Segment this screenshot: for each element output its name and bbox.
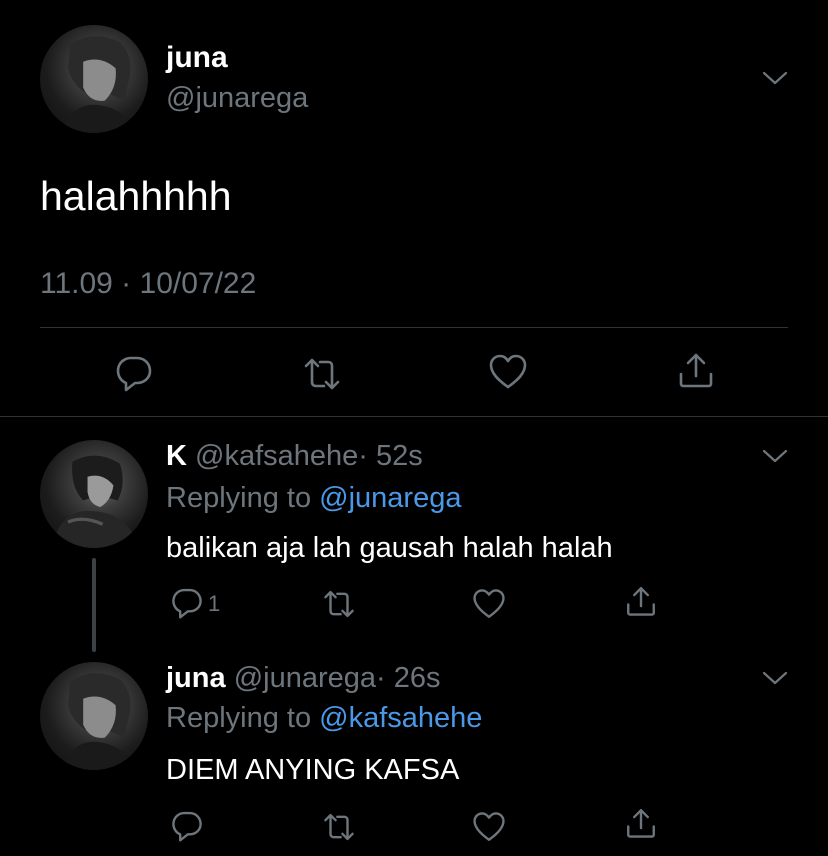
replying-to-mention[interactable]: @junarega [319, 482, 461, 514]
replying-to-label: Replying to [166, 702, 312, 734]
reply-count: 1 [208, 591, 221, 616]
retweet-icon[interactable] [302, 354, 342, 394]
reply-handle[interactable]: @junarega [234, 662, 376, 694]
replying-to-mention[interactable]: @kafsahehe [319, 702, 482, 734]
section-divider [0, 416, 828, 417]
reply-icon[interactable] [170, 808, 204, 842]
chevron-down-icon[interactable] [762, 670, 788, 686]
reply-text: balikan aja lah gausah halah halah [166, 532, 613, 564]
reply-avatar[interactable] [40, 440, 148, 548]
heart-icon[interactable] [472, 587, 506, 621]
main-tweet-divider [40, 327, 788, 328]
reply-header: juna @junarega· 26s [166, 660, 440, 696]
retweet-icon[interactable] [322, 810, 356, 844]
thread-connector-line [92, 558, 96, 652]
main-tweet-avatar[interactable] [40, 25, 148, 133]
reply-age: · 26s [376, 662, 441, 694]
share-icon[interactable] [624, 584, 658, 618]
main-tweet-text: halahhhhh [40, 173, 232, 219]
heart-icon[interactable] [488, 352, 528, 392]
reply-age: · 52s [358, 440, 423, 472]
avatar-photo [61, 673, 136, 770]
reply-text: DIEM ANYING KAFSA [166, 754, 460, 786]
replying-to-line: Replying to @junarega [166, 480, 461, 516]
chevron-down-icon[interactable] [762, 448, 788, 464]
avatar-photo [50, 455, 140, 548]
reply-avatar[interactable] [40, 662, 148, 770]
reply-display-name[interactable]: juna [166, 662, 226, 694]
reply-display-name[interactable]: K [166, 440, 187, 472]
main-tweet-timestamp[interactable]: 11.09 · 10/07/22 [40, 266, 256, 302]
chevron-down-icon[interactable] [762, 70, 788, 86]
retweet-icon[interactable] [322, 587, 356, 621]
heart-icon[interactable] [472, 810, 506, 844]
main-tweet-display-name[interactable]: juna [166, 40, 228, 76]
main-tweet-handle[interactable]: @junarega [166, 80, 308, 116]
reply-header: K @kafsahehe· 52s [166, 438, 423, 474]
replying-to-line: Replying to @kafsahehe [166, 700, 482, 736]
reply-handle[interactable]: @kafsahehe [195, 440, 358, 472]
reply-icon[interactable] [170, 585, 204, 619]
reply-icon[interactable] [114, 352, 154, 392]
replying-to-label: Replying to [166, 482, 312, 514]
avatar-photo [61, 36, 136, 133]
share-icon[interactable] [676, 350, 716, 390]
share-icon[interactable] [624, 806, 658, 840]
